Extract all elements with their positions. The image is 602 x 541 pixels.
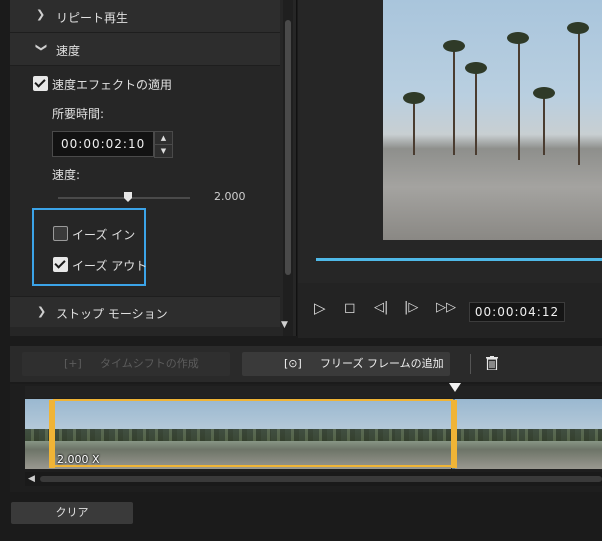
freeze-frame-icon: [⊙] (284, 357, 302, 370)
play-icon[interactable]: ▷ (314, 300, 326, 316)
apply-speed-effect-checkbox[interactable] (33, 76, 48, 91)
fast-forward-icon[interactable]: ▷▷ (436, 300, 456, 316)
section-repeat-label: リピート再生 (56, 11, 129, 25)
duration-down-button[interactable]: ▼ (154, 144, 173, 158)
freeze-frame-button[interactable]: [⊙] フリーズ フレームの追加 (242, 352, 450, 376)
duration-field[interactable]: 00:00:02:10 (52, 131, 154, 157)
section-stop-motion[interactable]: ❯ ストップ モーション (10, 296, 280, 327)
playhead-marker[interactable] (449, 383, 461, 392)
toolbar-divider (470, 354, 471, 374)
ease-out-label: イーズ アウト (72, 259, 148, 273)
time-shift-label: タイムシフトの作成 (100, 357, 199, 370)
scroll-down-arrow-icon[interactable]: ▼ (281, 320, 288, 330)
duration-label: 所要時間: (52, 107, 105, 121)
add-time-shift-icon: [+] (64, 357, 82, 370)
preview-progress-bar[interactable] (316, 258, 602, 261)
ease-in-label: イーズ イン (72, 228, 136, 242)
section-speed[interactable]: ❯ 速度 (10, 33, 280, 66)
ease-out-checkbox[interactable] (53, 257, 68, 272)
stop-icon[interactable]: ◻ (344, 300, 356, 316)
section-repeat[interactable]: ❯ リピート再生 (10, 0, 280, 33)
freeze-frame-label: フリーズ フレームの追加 (320, 357, 444, 370)
preview-timecode: 00:00:04:12 (469, 302, 565, 322)
speed-range-selection[interactable] (53, 399, 453, 467)
selection-right-handle[interactable] (451, 400, 457, 468)
clip-speed-label: 2.000 X (57, 453, 100, 466)
next-frame-icon[interactable]: |▷ (404, 300, 418, 316)
chevron-down-icon: ❯ (35, 42, 49, 53)
ease-options-highlight (32, 208, 146, 286)
duration-value: 00:00:02:10 (61, 137, 146, 151)
ease-in-checkbox[interactable] (53, 226, 68, 241)
timeline-ruler[interactable] (25, 386, 602, 398)
selection-left-handle[interactable] (49, 400, 55, 468)
chevron-right-icon: ❯ (37, 305, 47, 318)
apply-speed-effect-label: 速度エフェクトの適用 (52, 78, 173, 92)
clip-thumbnail (455, 399, 520, 469)
video-preview (383, 0, 602, 240)
panel-scrollbar-thumb[interactable] (285, 20, 291, 275)
speed-label: 速度: (52, 168, 81, 182)
timeline-scrollbar-thumb[interactable] (40, 476, 602, 482)
time-shift-button[interactable]: [+] タイムシフトの作成 (22, 352, 230, 376)
section-speed-label: 速度 (56, 44, 81, 58)
scroll-left-arrow-icon[interactable]: ◀ (28, 474, 35, 484)
trash-icon[interactable] (486, 356, 498, 371)
duration-up-button[interactable]: ▲ (154, 131, 173, 145)
clip-thumbnail (519, 399, 602, 469)
speed-value: 2.000 (214, 190, 246, 203)
chevron-right-icon: ❯ (36, 8, 46, 21)
section-stop-motion-label: ストップ モーション (56, 307, 168, 321)
clear-button[interactable]: クリア (11, 502, 133, 524)
previous-frame-icon[interactable]: ◁| (374, 300, 388, 316)
